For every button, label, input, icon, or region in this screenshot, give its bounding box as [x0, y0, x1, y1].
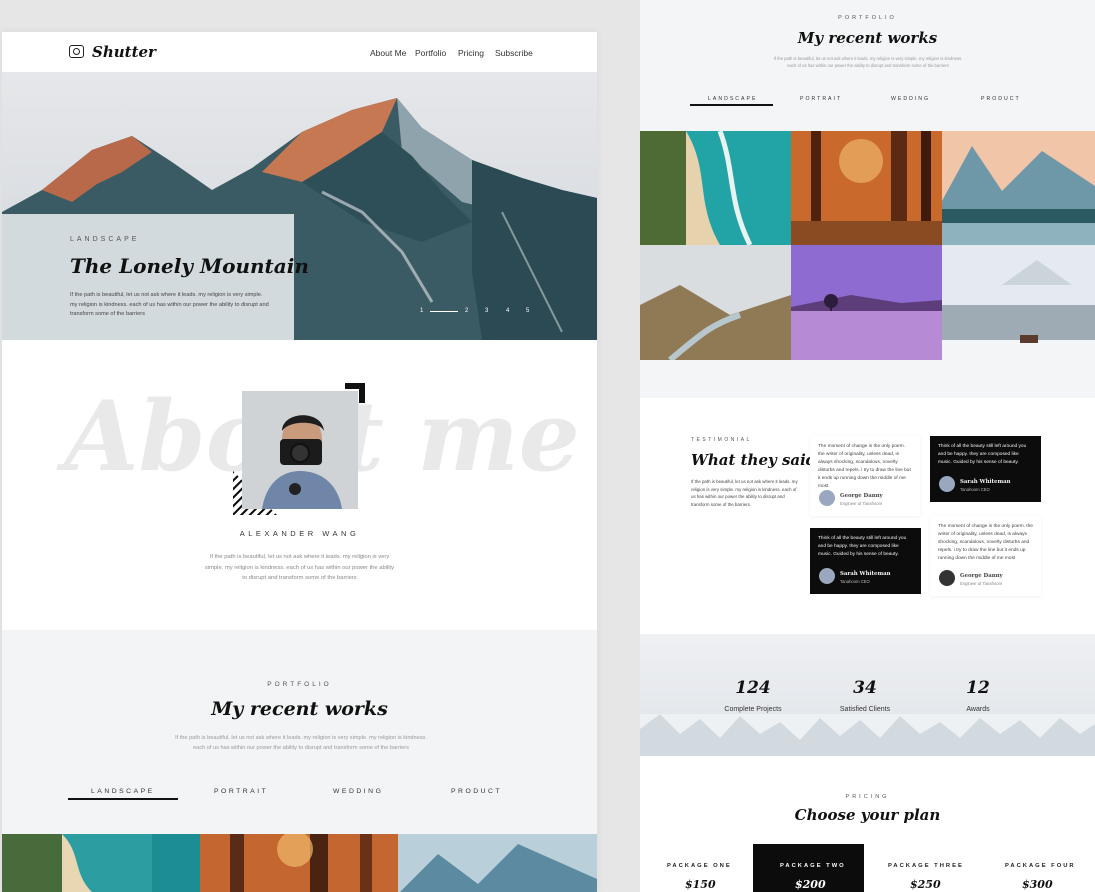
testimonial-section: TESTIMONIAL What they said If the path i… [640, 398, 1095, 634]
tab-portrait[interactable]: PORTRAIT [214, 788, 268, 795]
gallery-image-beach[interactable] [2, 834, 200, 892]
package-one-price: $150 [685, 878, 716, 891]
testimonial-title: What they said [691, 451, 817, 469]
stat-projects-value: 124 [735, 678, 771, 698]
testimonial-eyebrow: TESTIMONIAL [691, 437, 752, 443]
brand-logo[interactable]: Shutter [92, 43, 156, 61]
testimonial-name-4: George Danny [960, 573, 1003, 579]
about-section: About me ALEXANDER WANG If the path is b… [2, 340, 597, 630]
portfolio-title-right: My recent works [797, 29, 938, 47]
nav-link-portfolio[interactable]: Portfolio [415, 48, 446, 58]
stat-clients-value: 34 [853, 678, 877, 698]
gallery-image-beach[interactable] [640, 131, 791, 245]
camera-icon[interactable] [69, 45, 84, 58]
package-three-price: $250 [910, 878, 941, 891]
tab-product-right[interactable]: PRODUCT [981, 96, 1021, 102]
hero-eyebrow: LANDSCAPE [70, 236, 140, 243]
testimonial-card-3: Think of all the beauty still left aroun… [810, 528, 921, 594]
stat-awards-value: 12 [966, 678, 990, 698]
testimonial-name-1: George Danny [840, 493, 883, 499]
testimonial-quote-2: Think of all the beauty still left aroun… [938, 444, 1027, 465]
slide-indicator-4[interactable]: 4 [506, 308, 509, 314]
testimonial-role-4: Engineer at Tanahoom [960, 581, 1003, 586]
pricing-section: PRICING Choose your plan [640, 756, 1095, 892]
package-two-label: PACKAGE TWO [780, 863, 846, 869]
stats-section: 124 Complete Projects 34 Satisfied Clien… [640, 634, 1095, 756]
testimonial-description: If the path is beautiful, let us not ask… [691, 479, 798, 507]
about-description: If the path is beautiful, let us not ask… [204, 554, 395, 581]
portfolio-description-right: If the path is beautiful, let us not ask… [773, 56, 963, 68]
avatar-sarah [819, 568, 835, 584]
slide-indicator-5[interactable]: 5 [526, 308, 529, 314]
nav-link-subscribe[interactable]: Subscribe [495, 48, 533, 58]
tab-product[interactable]: PRODUCT [451, 788, 502, 795]
portfolio-description: If the path is beautiful, let us not ask… [175, 735, 427, 751]
tab-landscape-right[interactable]: LANDSCAPE [708, 96, 757, 102]
avatar-sarah [939, 476, 955, 492]
landing-page-right: PORTFOLIO My recent works If the path is… [640, 0, 1095, 892]
stat-projects-label: Complete Projects [724, 706, 782, 713]
portfolio-eyebrow: PORTFOLIO [267, 681, 332, 688]
portfolio-eyebrow-right: PORTFOLIO [838, 15, 897, 21]
hero-description: If the path is beautiful, let us not ask… [70, 292, 269, 317]
nav-link-about[interactable]: About Me [370, 48, 406, 58]
testimonial-quote-3: Think of all the beauty still left aroun… [818, 536, 907, 557]
gallery-image-forest[interactable] [200, 834, 398, 892]
package-one-label: PACKAGE ONE [667, 863, 732, 869]
gallery-image-lake-tree[interactable] [791, 245, 942, 360]
gallery-image-misty-river[interactable] [640, 245, 791, 360]
gallery-image-valley[interactable] [398, 834, 597, 892]
package-four-price: $300 [1022, 878, 1053, 891]
gallery-image-forest[interactable] [791, 131, 942, 245]
package-four-label: PACKAGE FOUR [1005, 863, 1076, 869]
testimonial-name-3: Sarah Whiteman [840, 571, 891, 577]
slide-indicator-1[interactable]: 1 [420, 308, 423, 314]
landing-page-left: Shutter About Me Portfolio Pricing Subsc… [2, 32, 597, 892]
testimonial-card-2: Think of all the beauty still left aroun… [930, 436, 1041, 502]
package-two-price: $200 [795, 878, 826, 891]
portfolio-section: PORTFOLIO My recent works If the path is… [2, 630, 597, 892]
testimonial-role-2: Tanahoom CEO [960, 487, 990, 492]
slide-indicator-2[interactable]: 2 [465, 308, 468, 314]
photographer-portrait [242, 391, 358, 509]
pricing-eyebrow: PRICING [845, 794, 890, 800]
tab-portrait-right[interactable]: PORTRAIT [800, 96, 842, 102]
photographer-name: ALEXANDER WANG [239, 529, 360, 538]
top-nav: Shutter About Me Portfolio Pricing Subsc… [2, 32, 597, 72]
gallery-image-snow-forest[interactable] [942, 245, 1095, 360]
tab-landscape[interactable]: LANDSCAPE [91, 788, 155, 795]
slide-active-line [430, 311, 458, 312]
slide-indicator-3[interactable]: 3 [485, 308, 488, 314]
portfolio-title: My recent works [211, 698, 388, 720]
testimonial-name-2: Sarah Whiteman [960, 479, 1011, 485]
testimonial-card-4: The moment of change is the only poem. t… [930, 516, 1041, 596]
tab-wedding-right[interactable]: WEDDING [891, 96, 930, 102]
active-tab-underline-right [690, 104, 773, 106]
avatar-george [939, 570, 955, 586]
stat-clients-label: Satisfied Clients [839, 706, 891, 713]
hero-title: The Lonely Mountain [70, 254, 309, 278]
gallery-image-valley[interactable] [942, 131, 1095, 245]
corner-decoration [345, 383, 365, 403]
testimonial-role-3: Tanahoom CEO [840, 579, 870, 584]
testimonial-quote-4: The moment of change is the only poem. t… [938, 524, 1033, 561]
avatar-george [819, 490, 835, 506]
testimonial-card-1: The moment of change is the only poem. t… [810, 436, 920, 516]
testimonial-role-1: Engineer at Tanahoom [840, 501, 883, 506]
stat-awards-label: Awards [966, 706, 990, 713]
testimonial-quote-1: The moment of change is the only poem. t… [818, 444, 911, 489]
package-three-label: PACKAGE THREE [888, 863, 964, 869]
hero-slider: LANDSCAPE The Lonely Mountain If the pat… [2, 72, 597, 340]
tab-wedding[interactable]: WEDDING [333, 788, 383, 795]
active-tab-underline [68, 798, 178, 800]
nav-link-pricing[interactable]: Pricing [458, 48, 484, 58]
pricing-title: Choose your plan [794, 806, 941, 824]
